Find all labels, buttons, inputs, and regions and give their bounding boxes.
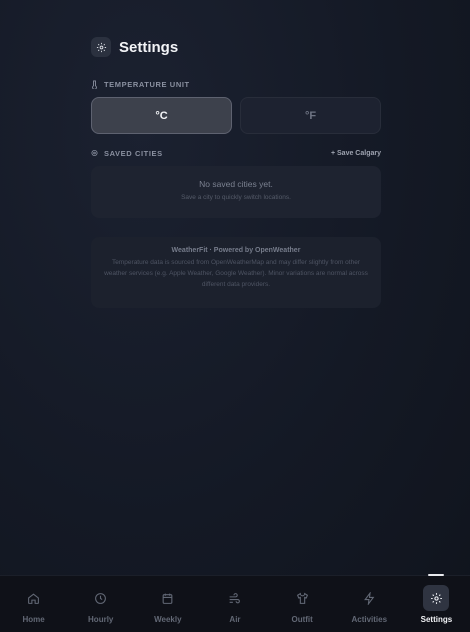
tab-label: Weekly xyxy=(154,615,182,624)
tab-label: Activities xyxy=(351,615,388,624)
location-pin-icon xyxy=(91,149,98,157)
active-tab-indicator xyxy=(428,574,445,576)
tab-settings[interactable]: Settings xyxy=(403,574,470,632)
celsius-button[interactable]: °C xyxy=(91,97,232,134)
shirt-icon xyxy=(289,585,315,611)
saved-cities-empty-card: No saved cities yet. Save a city to quic… xyxy=(91,166,381,218)
settings-content: Settings TEMPERATURE UNIT °C °F SAVED CI… xyxy=(91,36,381,308)
saved-cities-text: SAVED CITIES xyxy=(104,148,163,158)
settings-screen: Settings TEMPERATURE UNIT °C °F SAVED CI… xyxy=(0,0,470,632)
empty-subtitle: Save a city to quickly switch locations. xyxy=(181,194,291,201)
temperature-unit-text: TEMPERATURE UNIT xyxy=(104,79,190,89)
info-body: Temperature data is sourced from OpenWea… xyxy=(104,259,368,288)
lightning-icon xyxy=(356,585,382,611)
bottom-tab-bar: Home Hourly Weekly Air Outfit Activities… xyxy=(0,574,470,632)
temperature-unit-toggle: °C °F xyxy=(91,97,381,134)
info-title: WeatherFit · Powered by OpenWeather xyxy=(171,247,301,254)
data-source-info-card: WeatherFit · Powered by OpenWeather Temp… xyxy=(91,237,381,308)
tab-hourly[interactable]: Hourly xyxy=(67,576,134,632)
temperature-unit-label: TEMPERATURE UNIT xyxy=(91,79,381,89)
thermometer-icon xyxy=(92,80,97,89)
fahrenheit-button[interactable]: °F xyxy=(240,97,381,134)
save-city-button[interactable]: + Save Calgary xyxy=(331,150,381,157)
tab-label: Hourly xyxy=(88,615,114,624)
tab-home[interactable]: Home xyxy=(0,576,67,632)
tab-label: Outfit xyxy=(291,615,313,624)
tab-weekly[interactable]: Weekly xyxy=(134,576,201,632)
tab-activities[interactable]: Activities xyxy=(336,576,403,632)
calendar-icon xyxy=(155,585,181,611)
saved-cities-label: SAVED CITIES xyxy=(91,149,163,158)
empty-title: No saved cities yet. xyxy=(199,179,273,189)
clock-icon xyxy=(88,585,114,611)
tab-label: Air xyxy=(229,615,241,624)
tab-air[interactable]: Air xyxy=(201,576,268,632)
gear-icon xyxy=(423,585,450,611)
saved-cities-header: SAVED CITIES + Save Calgary xyxy=(91,148,381,158)
wind-icon xyxy=(222,585,248,611)
page-title: Settings xyxy=(119,38,179,56)
tab-outfit[interactable]: Outfit xyxy=(269,576,336,632)
page-header: Settings xyxy=(91,36,381,58)
tab-label: Settings xyxy=(420,615,453,624)
home-icon xyxy=(21,585,47,611)
tab-label: Home xyxy=(22,615,45,624)
gear-icon xyxy=(91,37,111,57)
